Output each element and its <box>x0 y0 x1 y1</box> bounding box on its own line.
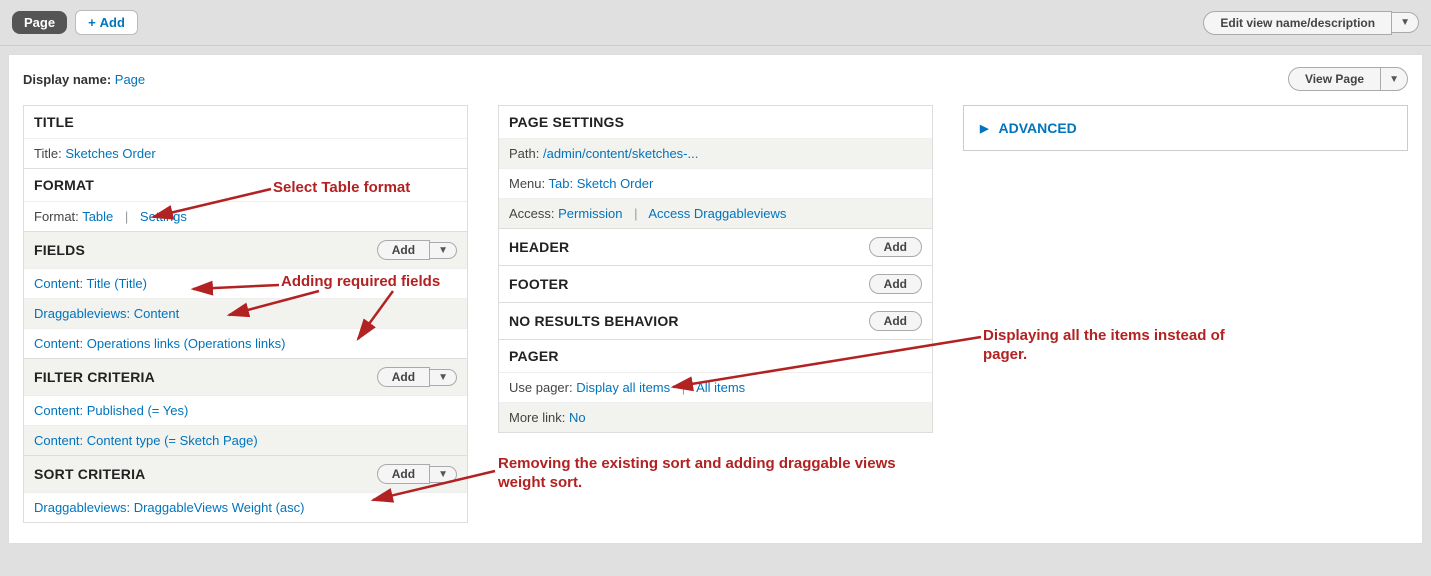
filter-link[interactable]: Content: Published (= Yes) <box>34 403 188 418</box>
col-right: ▶ ADVANCED <box>963 105 1408 151</box>
section-pager: PAGER Use pager: Display all items | All… <box>498 340 933 433</box>
section-header: HEADER Add <box>498 229 933 266</box>
footer-add-button[interactable]: Add <box>869 274 922 294</box>
access-perm-link[interactable]: Permission <box>558 206 622 221</box>
page-settings-heading: PAGE SETTINGS <box>499 106 932 138</box>
field-row: Content: Operations links (Operations li… <box>24 328 467 358</box>
access-row: Access: Permission | Access Draggablevie… <box>499 198 932 228</box>
main-panel: Display name: Page View Page ▼ TITLE Tit… <box>8 54 1423 544</box>
format-value-link[interactable]: Table <box>82 209 113 224</box>
top-right: Edit view name/description ▼ <box>1203 11 1419 35</box>
filter-heading: FILTER CRITERIA Add ▼ <box>24 359 467 395</box>
filter-link[interactable]: Content: Content type (= Sketch Page) <box>34 433 258 448</box>
caret-right-icon: ▶ <box>980 122 988 135</box>
sort-add-dropdown[interactable]: ▼ <box>430 466 457 483</box>
use-pager-row: Use pager: Display all items | All items <box>499 372 932 402</box>
fields-add-dropdown[interactable]: ▼ <box>430 242 457 259</box>
section-page-settings: PAGE SETTINGS Path: /admin/content/sketc… <box>498 105 933 229</box>
sort-row: Draggableviews: DraggableViews Weight (a… <box>24 492 467 522</box>
field-link[interactable]: Draggableviews: Content <box>34 306 179 321</box>
field-row: Content: Title (Title) <box>24 268 467 298</box>
section-title: TITLE Title: Sketches Order <box>23 105 468 169</box>
format-settings-link[interactable]: Settings <box>140 209 187 224</box>
edit-view-button[interactable]: Edit view name/description <box>1203 11 1392 35</box>
title-heading: TITLE <box>24 106 467 138</box>
display-name-label: Display name: <box>23 72 111 87</box>
filter-add-button[interactable]: Add <box>377 367 430 387</box>
annotation-sort: Removing the existing sort and adding dr… <box>498 455 938 493</box>
plus-icon: + <box>88 15 96 30</box>
format-label: Format: <box>34 209 79 224</box>
sort-add-button[interactable]: Add <box>377 464 430 484</box>
col-middle: PAGE SETTINGS Path: /admin/content/sketc… <box>498 105 933 433</box>
fields-heading: FIELDS Add ▼ <box>24 232 467 268</box>
section-sort: SORT CRITERIA Add ▼ Draggableviews: Drag… <box>23 456 468 523</box>
title-label: Title: <box>34 146 62 161</box>
sort-heading: SORT CRITERIA Add ▼ <box>24 456 467 492</box>
field-link[interactable]: Content: Operations links (Operations li… <box>34 336 285 351</box>
add-display-label: Add <box>100 15 125 30</box>
noresults-add-button[interactable]: Add <box>869 311 922 331</box>
title-link[interactable]: Sketches Order <box>65 146 155 161</box>
access-drag-link[interactable]: Access Draggableviews <box>648 206 786 221</box>
display-tab-page[interactable]: Page <box>12 11 67 34</box>
display-name-value[interactable]: Page <box>115 72 145 87</box>
footer-heading: FOOTER Add <box>499 266 932 302</box>
top-bar: Page + Add Edit view name/description ▼ <box>0 0 1431 46</box>
format-row: Format: Table | Settings <box>24 201 467 231</box>
section-format: FORMAT Format: Table | Settings <box>23 169 468 232</box>
filter-row: Content: Content type (= Sketch Page) <box>24 425 467 455</box>
view-page-button[interactable]: View Page <box>1288 67 1381 91</box>
format-heading: FORMAT <box>24 169 467 201</box>
use-pager-link[interactable]: Display all items <box>576 380 670 395</box>
section-fields: FIELDS Add ▼ Content: Title (Title) Drag… <box>23 232 468 359</box>
field-row: Draggableviews: Content <box>24 298 467 328</box>
menu-row: Menu: Tab: Sketch Order <box>499 168 932 198</box>
display-name-row: Display name: Page View Page ▼ <box>23 67 1408 91</box>
filter-add-dropdown[interactable]: ▼ <box>430 369 457 386</box>
header-heading: HEADER Add <box>499 229 932 265</box>
pager-heading: PAGER <box>499 340 932 372</box>
menu-link[interactable]: Tab: Sketch Order <box>549 176 654 191</box>
col-left: TITLE Title: Sketches Order FORMAT Forma… <box>23 105 468 523</box>
advanced-toggle[interactable]: ▶ ADVANCED <box>963 105 1408 151</box>
no-results-heading: NO RESULTS BEHAVIOR Add <box>499 303 932 339</box>
filter-row: Content: Published (= Yes) <box>24 395 467 425</box>
more-link-row: More link: No <box>499 402 932 432</box>
field-link[interactable]: Content: Title (Title) <box>34 276 147 291</box>
more-link-value[interactable]: No <box>569 410 586 425</box>
section-footer: FOOTER Add <box>498 266 933 303</box>
view-page-dropdown[interactable]: ▼ <box>1381 67 1408 91</box>
columns: TITLE Title: Sketches Order FORMAT Forma… <box>23 105 1408 523</box>
advanced-label: ADVANCED <box>998 120 1076 136</box>
title-row: Title: Sketches Order <box>24 138 467 168</box>
sort-link[interactable]: Draggableviews: DraggableViews Weight (a… <box>34 500 304 515</box>
section-filter: FILTER CRITERIA Add ▼ Content: Published… <box>23 359 468 456</box>
add-display-button[interactable]: + Add <box>75 10 138 35</box>
path-link[interactable]: /admin/content/sketches-... <box>543 146 698 161</box>
fields-add-button[interactable]: Add <box>377 240 430 260</box>
all-items-link[interactable]: All items <box>696 380 745 395</box>
header-add-button[interactable]: Add <box>869 237 922 257</box>
annotation-pager: Displaying all the items instead of page… <box>983 327 1243 365</box>
section-no-results: NO RESULTS BEHAVIOR Add <box>498 303 933 340</box>
edit-view-dropdown[interactable]: ▼ <box>1392 12 1419 33</box>
path-row: Path: /admin/content/sketches-... <box>499 138 932 168</box>
